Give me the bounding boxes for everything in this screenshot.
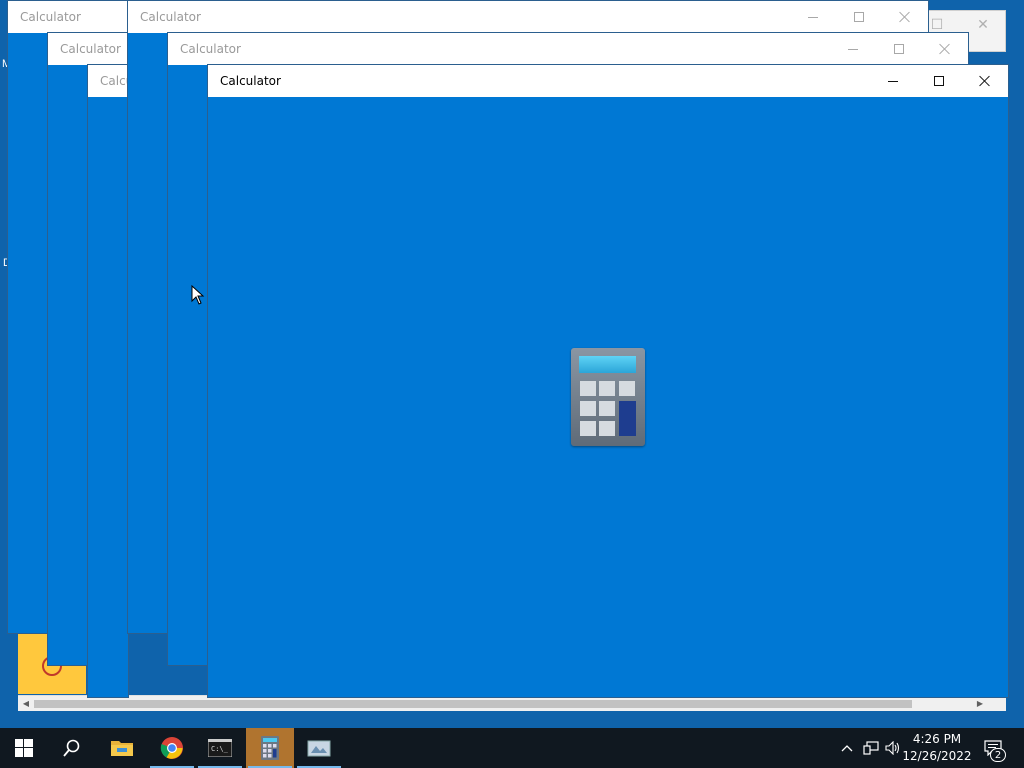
close-button[interactable] bbox=[962, 65, 1008, 97]
clock-date: 12/26/2022 bbox=[902, 749, 972, 763]
minimize-icon bbox=[848, 48, 858, 50]
taskbar-command-prompt[interactable]: C:\_ bbox=[196, 728, 244, 768]
maximize-button[interactable] bbox=[836, 1, 882, 33]
minimize-button[interactable] bbox=[870, 65, 916, 97]
show-hidden-icons-button[interactable] bbox=[836, 728, 858, 768]
network-button[interactable] bbox=[860, 728, 882, 768]
minimize-button[interactable] bbox=[790, 1, 836, 33]
window-controls bbox=[830, 33, 968, 65]
window-title: Calculator bbox=[220, 74, 281, 88]
clock-time: 4:26 PM bbox=[912, 732, 962, 746]
scroll-right-icon[interactable]: ▶ bbox=[972, 696, 988, 712]
maximize-button[interactable] bbox=[916, 65, 962, 97]
window-title: Calculator bbox=[20, 10, 81, 24]
window-title: Calculator bbox=[180, 42, 241, 56]
calculator-window[interactable]: Calcu bbox=[87, 64, 129, 698]
window-controls bbox=[870, 65, 1008, 97]
taskbar-calculator[interactable] bbox=[246, 728, 294, 768]
title-bar[interactable]: Calcu bbox=[88, 65, 128, 97]
notification-count-badge: 2 bbox=[990, 748, 1006, 762]
window-controls bbox=[790, 1, 928, 33]
taskbar: C:\_ 4:26 PM 12/26/2022 bbox=[0, 728, 1024, 768]
minimize-icon bbox=[808, 16, 818, 18]
volume-button[interactable] bbox=[882, 728, 904, 768]
maximize-icon bbox=[934, 76, 944, 86]
calculator-splash-icon bbox=[571, 348, 645, 446]
volume-icon bbox=[885, 741, 900, 755]
taskbar-other-app[interactable] bbox=[295, 728, 343, 768]
network-icon bbox=[863, 741, 879, 755]
search-button[interactable] bbox=[48, 728, 96, 768]
folder-icon bbox=[111, 741, 133, 756]
desktop: M D ☐ ✕ ◀ ▶ Calculator Calculator Calcu … bbox=[0, 0, 1024, 728]
close-button[interactable] bbox=[882, 1, 928, 33]
windows-logo-icon bbox=[15, 739, 33, 757]
scroll-left-icon[interactable]: ◀ bbox=[18, 696, 34, 712]
minimize-button[interactable] bbox=[830, 33, 876, 65]
window-title: Calculator bbox=[60, 42, 121, 56]
clock[interactable]: 4:26 PM 12/26/2022 bbox=[902, 731, 972, 765]
close-icon[interactable]: ✕ bbox=[973, 15, 993, 35]
window-title: Calculator bbox=[140, 10, 201, 24]
minimize-icon bbox=[888, 80, 898, 82]
window-title: Calcu bbox=[100, 74, 128, 88]
app-icon bbox=[307, 740, 331, 757]
close-icon bbox=[979, 75, 991, 87]
title-bar[interactable]: Calculator bbox=[8, 1, 128, 33]
title-bar[interactable]: Calculator bbox=[48, 33, 128, 65]
maximize-icon bbox=[894, 44, 904, 54]
search-icon bbox=[63, 739, 80, 757]
close-icon bbox=[939, 43, 951, 55]
taskbar-chrome[interactable] bbox=[148, 728, 196, 768]
mouse-cursor-icon bbox=[191, 285, 205, 305]
title-bar[interactable]: Calculator bbox=[168, 33, 968, 65]
title-bar[interactable]: Calculator bbox=[128, 1, 928, 33]
calculator-icon bbox=[261, 736, 279, 760]
chrome-icon bbox=[160, 737, 183, 759]
taskbar-file-explorer[interactable] bbox=[98, 728, 146, 768]
scrollbar-thumb[interactable] bbox=[34, 700, 912, 708]
maximize-button[interactable] bbox=[876, 33, 922, 65]
svg-text:C:\_: C:\_ bbox=[211, 745, 229, 753]
maximize-icon bbox=[854, 12, 864, 22]
close-icon bbox=[899, 11, 911, 23]
start-button[interactable] bbox=[0, 728, 48, 768]
chevron-up-icon bbox=[841, 745, 853, 752]
title-bar[interactable]: Calculator bbox=[208, 65, 1008, 97]
cmd-icon: C:\_ bbox=[208, 739, 232, 757]
close-button[interactable] bbox=[922, 33, 968, 65]
